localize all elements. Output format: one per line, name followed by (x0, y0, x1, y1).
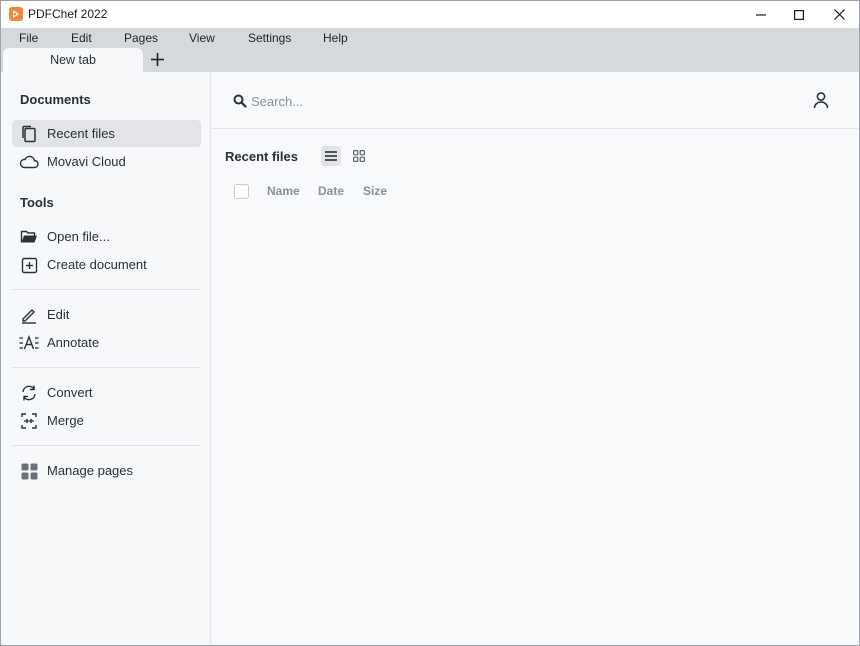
main-panel: Recent files Name Date Size (211, 72, 859, 645)
sidebar-item-label: Recent files (47, 126, 115, 141)
select-all-checkbox[interactable] (234, 184, 249, 199)
grid-pages-icon (19, 461, 39, 481)
sidebar-item-merge[interactable]: Merge (12, 407, 201, 434)
list-view-button[interactable] (321, 146, 341, 166)
menu-view[interactable]: View (189, 31, 215, 45)
sidebar-item-open-file[interactable]: Open file... (12, 223, 201, 250)
sidebar-item-movavi-cloud[interactable]: Movavi Cloud (12, 148, 201, 175)
app-window: PDFChef 2022 File Edit Pages View Settin… (0, 0, 860, 646)
sidebar-item-label: Merge (47, 413, 84, 428)
sidebar-item-label: Movavi Cloud (47, 154, 126, 169)
app-logo-icon (9, 7, 23, 21)
recent-files-title: Recent files (225, 149, 298, 164)
folder-open-icon (19, 227, 39, 247)
annotate-icon (19, 333, 39, 353)
sidebar-divider (12, 445, 201, 446)
close-button[interactable] (819, 1, 859, 28)
sidebar-item-label: Convert (47, 385, 93, 400)
grid-icon (353, 150, 365, 162)
sidebar-divider (12, 367, 201, 368)
merge-icon (19, 411, 39, 431)
column-header-size[interactable]: Size (363, 184, 387, 198)
menu-settings[interactable]: Settings (248, 31, 291, 45)
menu-help[interactable]: Help (323, 31, 348, 45)
add-tab-button[interactable] (149, 51, 166, 68)
search-bar (211, 72, 859, 129)
tab-strip: New tab (1, 48, 859, 72)
column-header-name[interactable]: Name (267, 184, 300, 198)
sidebar-item-convert[interactable]: Convert (12, 379, 201, 406)
documents-section-title: Documents (20, 92, 91, 107)
tab-label: New tab (50, 53, 96, 67)
minimize-icon (756, 13, 766, 16)
search-input[interactable] (251, 90, 751, 112)
minimize-button[interactable] (741, 1, 781, 28)
tab-new-tab[interactable]: New tab (3, 48, 143, 72)
sidebar-item-label: Annotate (47, 335, 100, 350)
plus-icon (151, 53, 164, 66)
app-title: PDFChef 2022 (28, 7, 108, 21)
sidebar-item-manage-pages[interactable]: Manage pages (12, 457, 201, 484)
column-header-date[interactable]: Date (318, 184, 344, 198)
convert-icon (19, 383, 39, 403)
maximize-button[interactable] (779, 1, 819, 28)
sidebar-item-label: Manage pages (47, 463, 134, 478)
sidebar-item-annotate[interactable]: Annotate (12, 329, 201, 356)
sidebar-item-label: Edit (47, 307, 70, 322)
grid-view-button[interactable] (349, 146, 369, 166)
user-icon[interactable] (812, 91, 830, 109)
search-icon (233, 94, 247, 108)
menu-edit[interactable]: Edit (71, 31, 92, 45)
close-icon (833, 9, 845, 20)
sidebar-item-recent-files[interactable]: Recent files (12, 120, 201, 147)
menu-bar: File Edit Pages View Settings Help (1, 28, 859, 48)
sidebar: Documents Recent files Movavi Cloud Tool… (1, 72, 211, 645)
list-icon (325, 151, 337, 161)
maximize-icon (794, 9, 804, 20)
sidebar-divider (12, 289, 201, 290)
menu-file[interactable]: File (19, 31, 38, 45)
document-copy-icon (19, 124, 39, 144)
sidebar-item-label: Open file... (47, 229, 110, 244)
title-bar: PDFChef 2022 (1, 1, 859, 28)
cloud-icon (19, 152, 39, 172)
sidebar-item-create-document[interactable]: Create document (12, 251, 201, 278)
tools-section-title: Tools (20, 195, 54, 210)
add-document-icon (19, 255, 39, 275)
pen-icon (19, 305, 39, 325)
sidebar-item-label: Create document (47, 257, 147, 272)
sidebar-item-edit[interactable]: Edit (12, 301, 201, 328)
menu-pages[interactable]: Pages (124, 31, 158, 45)
